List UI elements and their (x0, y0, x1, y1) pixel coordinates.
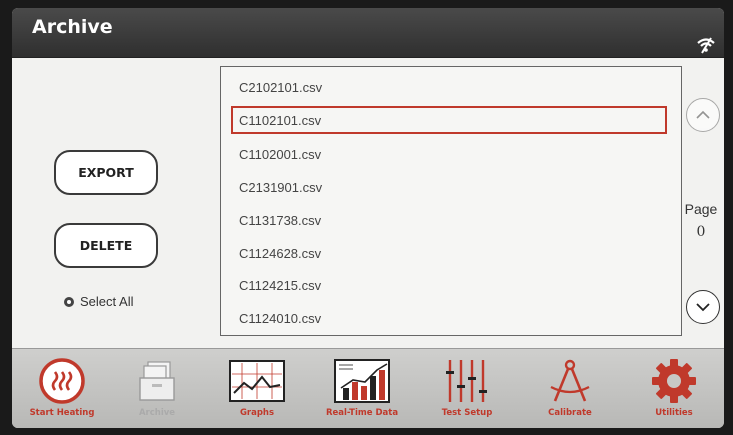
page-number: 0 (696, 224, 706, 240)
page-down-button[interactable] (686, 290, 720, 324)
file-row[interactable]: C1131738.csv (221, 204, 681, 236)
gear-icon (652, 359, 696, 403)
file-row[interactable]: C2102101.csv (221, 71, 681, 103)
wifi-off-icon (697, 37, 715, 54)
archive-button[interactable]: Archive (107, 349, 207, 428)
delete-button[interactable]: DELETE (54, 223, 158, 268)
toolbar-label: Real-Time Data (325, 408, 399, 418)
file-name: C1102101.csv (239, 112, 322, 128)
page-label: Page (684, 201, 718, 217)
file-list: C2102101.csv C1102101.csv C1102001.csv C… (220, 66, 682, 336)
screen: Archive EXPORT DELETE Select All C210210… (12, 8, 724, 428)
page-up-button[interactable] (686, 98, 720, 132)
file-row[interactable]: C2131901.csv (221, 171, 681, 203)
bottom-toolbar: Start Heating Archive Graphs Real-Time D… (12, 348, 724, 428)
graph-icon (229, 360, 285, 402)
toolbar-label: Start Heating (29, 408, 95, 418)
realtime-chart-icon (334, 359, 390, 403)
sliders-icon (446, 360, 487, 402)
toolbar-label: Test Setup (441, 408, 493, 418)
chevron-down-icon (696, 303, 710, 312)
file-row-selected[interactable]: C1102101.csv (221, 104, 681, 136)
select-all-radio[interactable] (64, 296, 74, 307)
file-row[interactable]: C1124628.csv (221, 237, 681, 269)
file-name: C1131738.csv (239, 212, 322, 228)
toolbar-label: Archive (138, 408, 176, 418)
select-all-label: Select All (80, 294, 134, 309)
file-row[interactable]: C1124010.csv (221, 302, 681, 334)
title-bar: Archive (12, 8, 724, 58)
file-name: C1124628.csv (239, 245, 322, 261)
file-row[interactable]: C1102001.csv (221, 138, 681, 170)
compass-icon (550, 359, 590, 402)
utilities-button[interactable]: Utilities (624, 349, 724, 428)
file-name: C1124215.csv (239, 277, 322, 293)
export-button[interactable]: EXPORT (54, 150, 158, 195)
file-name: C1124010.csv (239, 310, 322, 326)
file-name: C2102101.csv (239, 79, 323, 95)
toolbar-label: Graphs (239, 408, 275, 418)
file-name: C2131901.csv (239, 179, 323, 195)
archive-icon (139, 361, 175, 401)
heating-icon (39, 358, 85, 404)
toolbar-label: Calibrate (548, 408, 592, 418)
page-title: Archive (32, 16, 113, 38)
calibrate-button[interactable]: Calibrate (520, 349, 620, 428)
toolbar-label: Utilities (655, 408, 693, 418)
start-heating-button[interactable]: Start Heating (12, 349, 112, 428)
test-setup-button[interactable]: Test Setup (417, 349, 517, 428)
file-row[interactable]: C1124215.csv (221, 269, 681, 301)
main-panel: EXPORT DELETE Select All C2102101.csv C1… (12, 58, 724, 348)
select-all-option[interactable]: Select All (64, 294, 133, 309)
chevron-up-icon (696, 110, 710, 119)
graphs-button[interactable]: Graphs (207, 349, 307, 428)
file-name: C1102001.csv (239, 146, 322, 162)
real-time-data-button[interactable]: Real-Time Data (312, 349, 412, 428)
